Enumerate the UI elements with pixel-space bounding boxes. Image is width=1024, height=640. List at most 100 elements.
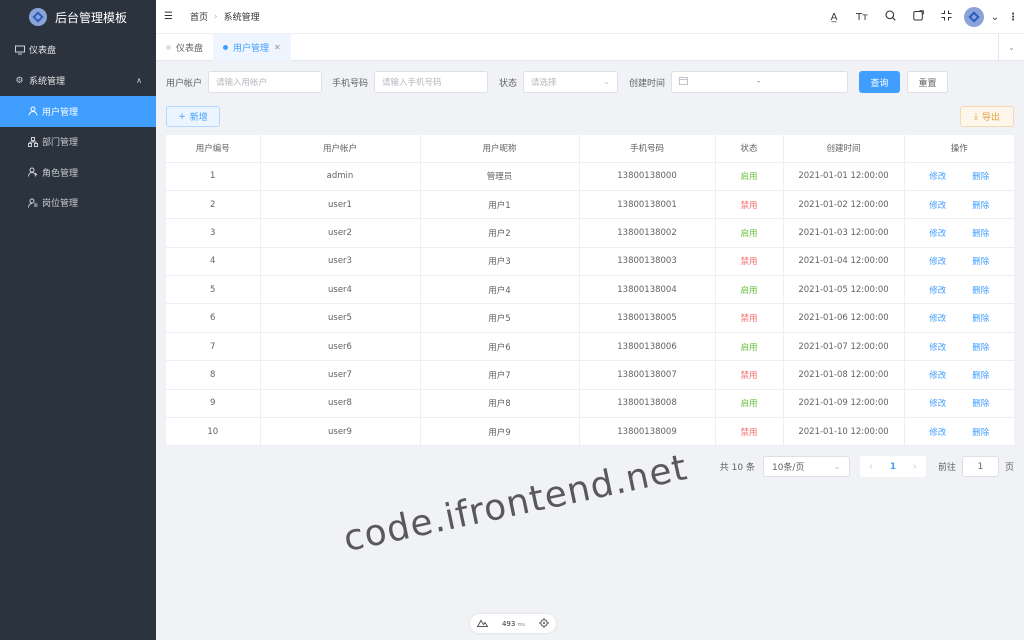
breadcrumb-home[interactable]: 首页 <box>190 10 208 23</box>
column-header: 状态 <box>715 135 784 163</box>
account-input[interactable]: 请输入用帐户 <box>208 71 323 93</box>
page-number[interactable]: 1 <box>882 462 904 472</box>
mountain-icon <box>476 619 489 629</box>
delete-link[interactable]: 删除 <box>972 201 989 211</box>
avatar[interactable] <box>964 7 984 27</box>
edit-link[interactable]: 修改 <box>929 229 946 239</box>
sidebar-item-users[interactable]: 用户管理 <box>0 96 156 127</box>
delete-link[interactable]: 删除 <box>972 229 989 239</box>
cell-account: user6 <box>260 332 421 362</box>
sidebar: 后台管理模板 仪表盘 ⚙ 系统管理 ∧ 用户管理 部门管理 角色管理 岗位管理 <box>0 0 156 640</box>
export-button[interactable]: ⤓ 导出 <box>960 106 1014 127</box>
page-size-select[interactable]: 10条/页 ⌄ <box>762 456 850 477</box>
chevron-down-icon[interactable]: ⌄ <box>988 12 1002 23</box>
tab-users[interactable]: 用户管理 ✕ <box>213 33 291 61</box>
reset-button[interactable]: 重置 <box>907 71 949 93</box>
download-icon: ⤓ <box>974 111 978 122</box>
cell-actions: 修改 删除 <box>904 247 1014 277</box>
pagination-total: 共 10 条 <box>719 463 755 473</box>
add-button[interactable]: + 新增 <box>166 106 220 127</box>
breadcrumb-current: 系统管理 <box>223 13 260 23</box>
cell-account: user9 <box>260 417 421 447</box>
sidebar-item-label: 用户管理 <box>42 107 79 118</box>
cell-phone: 13800138006 <box>579 332 716 362</box>
phone-input[interactable]: 请输入手机号码 <box>374 71 489 93</box>
pagination: 共 10 条 10条/页 ⌄ ‹ 1 › 前往 1 页 <box>720 456 1014 477</box>
delete-link[interactable]: 删除 <box>972 314 989 324</box>
tabs-dropdown-icon[interactable]: ⌄ <box>998 34 1024 61</box>
edit-link[interactable]: 修改 <box>929 343 946 353</box>
cell-actions: 修改 删除 <box>904 389 1014 419</box>
prev-page-icon[interactable]: ‹ <box>860 462 882 472</box>
menu-fold-icon[interactable]: ☰ <box>164 11 176 22</box>
edit-link[interactable]: 修改 <box>929 428 946 438</box>
cell-phone: 13800138003 <box>579 247 716 277</box>
header: ☰ 首页 › 系统管理 A̲ Tт ⌄ ⋮ <box>156 0 1024 34</box>
cell-status: 启用 <box>715 275 784 305</box>
next-page-icon[interactable]: › <box>904 462 926 472</box>
translate-icon[interactable]: A̲ <box>820 12 848 23</box>
edit-link[interactable]: 修改 <box>929 257 946 267</box>
goto-input[interactable]: 1 <box>961 456 999 477</box>
cell-actions: 修改 删除 <box>904 360 1014 390</box>
logo[interactable]: 后台管理模板 <box>0 0 156 34</box>
calendar-icon <box>679 76 689 88</box>
cell-actions: 修改 删除 <box>904 303 1014 333</box>
edit-link[interactable]: 修改 <box>929 399 946 409</box>
delete-link[interactable]: 删除 <box>972 428 989 438</box>
role-icon <box>27 167 38 178</box>
cell-created: 2021-01-09 12:00:00 <box>783 389 905 419</box>
monitor-icon <box>14 44 25 55</box>
close-icon[interactable]: ✕ <box>274 43 281 52</box>
delete-link[interactable]: 删除 <box>972 343 989 353</box>
sidebar-item-posts[interactable]: 岗位管理 <box>0 188 156 219</box>
edit-link[interactable]: 修改 <box>929 201 946 211</box>
post-icon <box>27 197 38 208</box>
more-icon[interactable]: ⋮ <box>1002 12 1024 23</box>
font-size-icon[interactable]: Tт <box>848 12 876 23</box>
query-button[interactable]: 查询 <box>859 71 901 93</box>
status-select[interactable]: 请选择 ⌄ <box>523 71 619 93</box>
delete-link[interactable]: 删除 <box>972 172 989 182</box>
perf-unit: ms <box>517 621 526 628</box>
table-row: 10 user9 用户9 13800138009 禁用 2021-01-10 12:00:… <box>166 417 1014 447</box>
fullscreen-icon[interactable] <box>904 10 932 24</box>
cell-phone: 13800138009 <box>579 417 716 447</box>
logo-icon <box>28 8 47 26</box>
sidebar-item-label: 部门管理 <box>42 138 79 149</box>
cell-nickname: 用户7 <box>420 360 580 390</box>
search-icon[interactable] <box>876 10 904 24</box>
tab-label: 用户管理 <box>233 43 270 54</box>
cell-actions: 修改 删除 <box>904 162 1014 191</box>
time-label: 创建时间 <box>629 78 666 89</box>
sidebar-item-departments[interactable]: 部门管理 <box>0 127 156 158</box>
sidebar-item-label: 仪表盘 <box>29 46 57 56</box>
status-placeholder: 请选择 <box>531 78 557 88</box>
tab-dot <box>223 44 229 50</box>
sidebar-item-dashboard[interactable]: 仪表盘 <box>0 34 156 65</box>
cell-status: 禁用 <box>715 303 784 333</box>
tab-dashboard[interactable]: 仪表盘 <box>156 34 213 61</box>
cell-nickname: 用户6 <box>420 332 580 362</box>
delete-link[interactable]: 删除 <box>972 257 989 267</box>
table-row: 3 user2 用户2 13800138002 启用 2021-01-03 12:00:0… <box>166 218 1014 248</box>
sidebar-item-system[interactable]: ⚙ 系统管理 ∧ <box>0 65 156 96</box>
date-range-picker[interactable]: - <box>671 71 849 93</box>
edit-link[interactable]: 修改 <box>929 371 946 381</box>
edit-link[interactable]: 修改 <box>929 314 946 324</box>
sidebar-item-roles[interactable]: 角色管理 <box>0 157 156 188</box>
main-content: 用户帐户 请输入用帐户 手机号码 请输入手机号码 状态 请选择 ⌄ 创建时间 -… <box>156 62 1024 640</box>
cell-status: 禁用 <box>715 417 784 447</box>
edit-link[interactable]: 修改 <box>929 286 946 296</box>
cell-id: 7 <box>166 332 261 362</box>
cell-created: 2021-01-01 12:00:00 <box>783 162 905 191</box>
expand-icon[interactable] <box>932 10 960 24</box>
edit-link[interactable]: 修改 <box>929 172 946 182</box>
delete-link[interactable]: 删除 <box>972 399 989 409</box>
cell-created: 2021-01-04 12:00:00 <box>783 247 905 277</box>
cell-status: 禁用 <box>715 190 784 220</box>
cell-phone: 13800138007 <box>579 360 716 390</box>
delete-link[interactable]: 删除 <box>972 371 989 381</box>
delete-link[interactable]: 删除 <box>972 286 989 296</box>
target-icon[interactable] <box>539 617 550 630</box>
